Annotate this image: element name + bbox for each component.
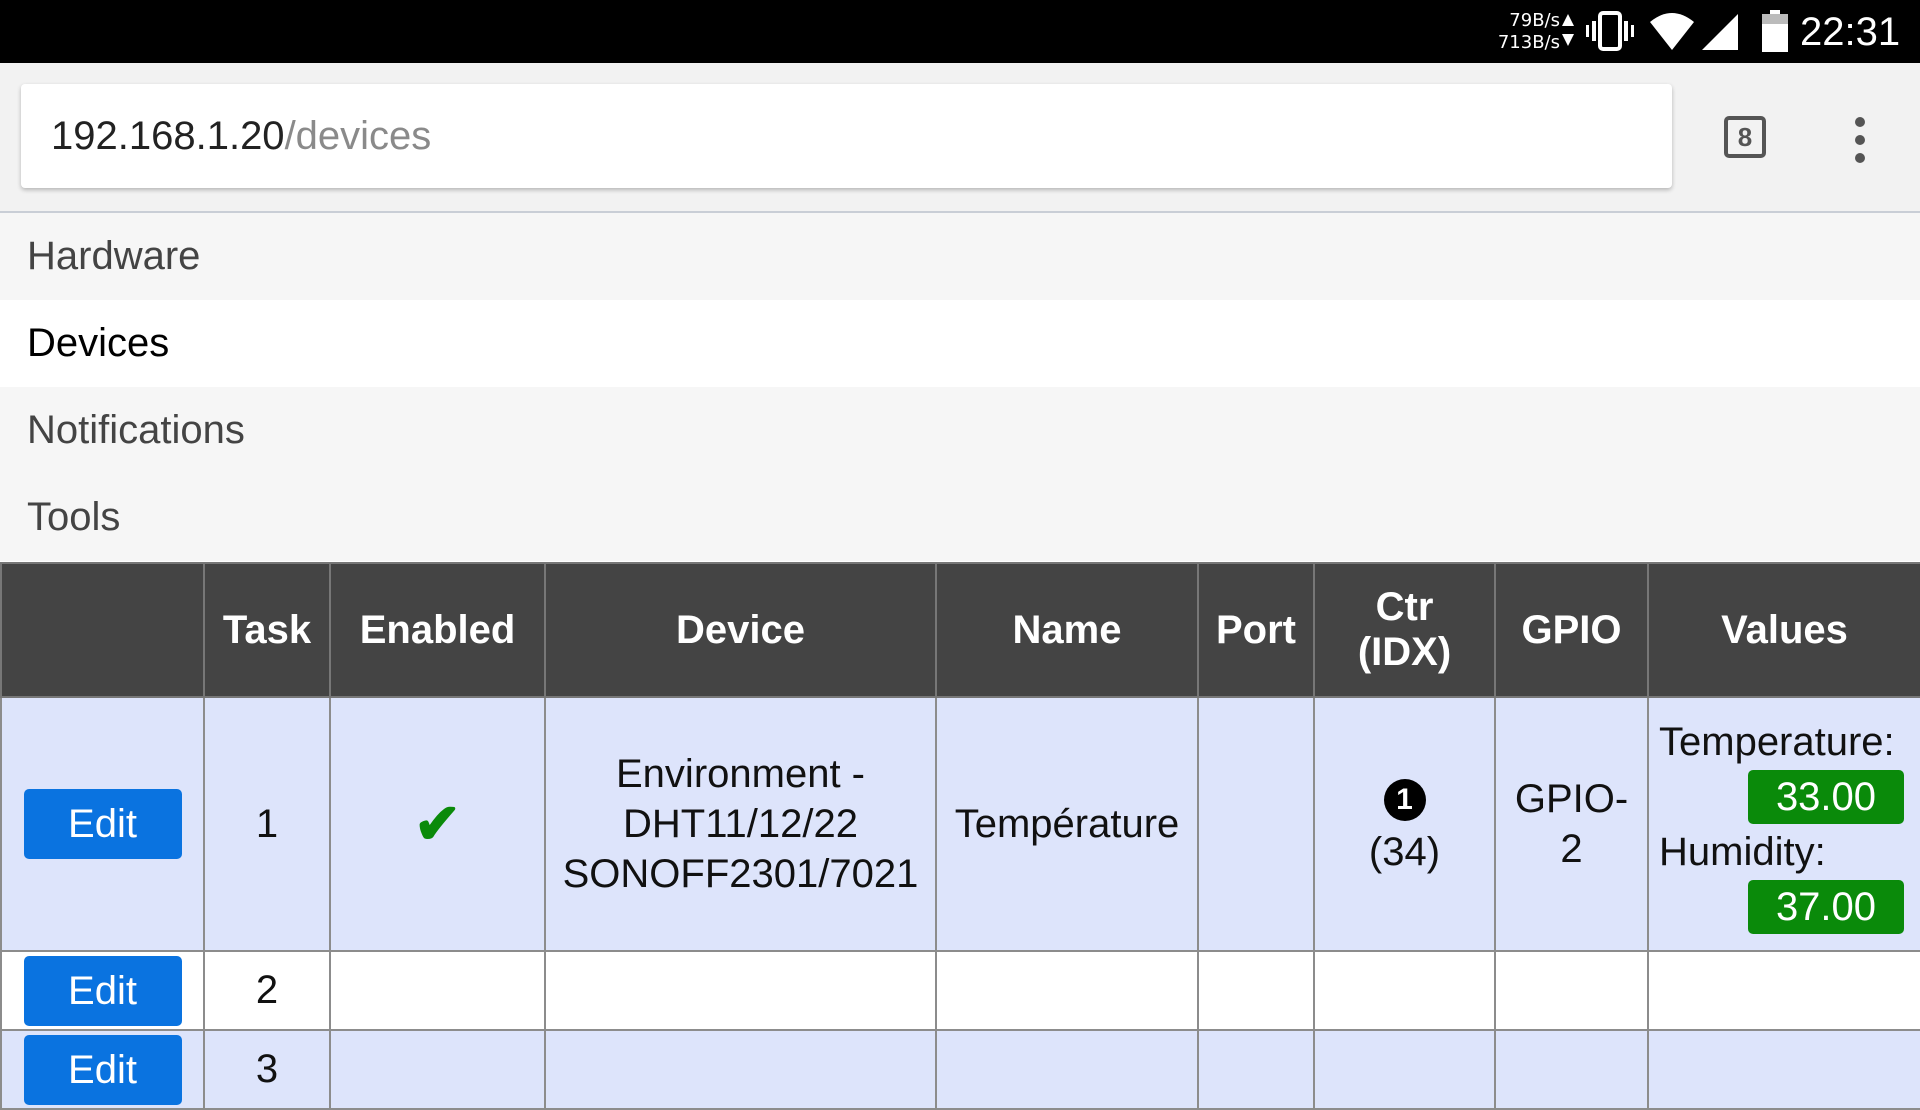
ctr-number-icon: 1: [1383, 779, 1426, 821]
main-menu: Hardware Devices Notifications Tools: [0, 213, 1920, 561]
table-header-row: Task Enabled Device Name Port Ctr (IDX) G…: [0, 562, 1920, 698]
battery-icon: [1762, 10, 1788, 52]
address-bar[interactable]: 192.168.1.20/devices: [21, 84, 1672, 188]
menu-item-tools[interactable]: Tools: [0, 474, 1920, 561]
edit-cell: Edit: [0, 950, 205, 1031]
overflow-menu-icon[interactable]: [1852, 115, 1868, 165]
enabled-cell: ✔: [329, 696, 546, 952]
header-port: Port: [1197, 562, 1315, 698]
edit-cell: Edit: [0, 696, 205, 952]
edit-button[interactable]: Edit: [23, 789, 182, 859]
device-line: SONOFF2301/7021: [562, 852, 919, 896]
header-enabled: Enabled: [329, 562, 546, 698]
header-ctr-line2: (IDX): [1357, 630, 1452, 674]
value-label-temperature: Temperature:: [1659, 720, 1895, 764]
menu-item-notifications[interactable]: Notifications: [0, 387, 1920, 474]
port-cell: [1197, 1029, 1315, 1110]
port-cell: [1197, 696, 1315, 952]
header-name: Name: [935, 562, 1199, 698]
header-actions: [0, 562, 205, 698]
device-cell: [544, 1029, 937, 1110]
task-cell: 2: [203, 950, 331, 1031]
url-text: 192.168.1.20/devices: [51, 84, 431, 188]
header-ctr-idx: Ctr (IDX): [1313, 562, 1496, 698]
data-arrows-icon: [1562, 14, 1574, 46]
check-icon: ✔: [414, 792, 461, 855]
task-cell: 3: [203, 1029, 331, 1110]
wifi-icon: [1650, 13, 1694, 50]
name-cell: [935, 950, 1199, 1031]
edit-button[interactable]: Edit: [23, 1034, 182, 1105]
browser-toolbar: 192.168.1.20/devices 8: [0, 63, 1920, 213]
url-path: /devices: [284, 114, 432, 158]
table-row: Edit 2: [0, 950, 1920, 1031]
header-ctr-line1: Ctr: [1375, 585, 1434, 629]
tab-switcher-button[interactable]: 8: [1724, 116, 1766, 158]
devices-table: Task Enabled Device Name Port Ctr (IDX) G…: [0, 562, 1920, 1110]
port-cell: [1197, 950, 1315, 1031]
device-line: Environment -: [616, 752, 865, 796]
values-cell: [1647, 950, 1920, 1031]
name-cell: [935, 1029, 1199, 1110]
header-gpio: GPIO: [1494, 562, 1649, 698]
header-task: Task: [203, 562, 331, 698]
gpio-cell: GPIO- 2: [1494, 696, 1649, 952]
ctr-idx-cell: [1313, 1029, 1496, 1110]
edit-button[interactable]: Edit: [23, 955, 182, 1026]
net-up-speed: 79B/s: [1509, 10, 1560, 31]
table-row: Edit 3: [0, 1029, 1920, 1110]
menu-item-devices[interactable]: Devices: [0, 300, 1920, 387]
device-line: DHT11/12/22: [623, 802, 858, 846]
value-badge-humidity: 37.00: [1748, 880, 1904, 934]
ctr-idx-cell: [1313, 950, 1496, 1031]
net-down-speed: 713B/s: [1497, 32, 1560, 53]
gpio-line: 2: [1560, 827, 1583, 871]
name-cell: Température: [935, 696, 1199, 952]
clock: 22:31: [1800, 10, 1901, 54]
network-speed: 79B/s 713B/s: [1494, 10, 1560, 54]
status-bar: 79B/s 713B/s 22:31: [0, 0, 1920, 63]
value-badge-temperature: 33.00: [1748, 770, 1904, 824]
header-values: Values: [1647, 562, 1920, 698]
values-cell: Temperature: 33.00 Humidity: 37.00: [1647, 696, 1920, 952]
values-cell: [1647, 1029, 1920, 1110]
value-label-humidity: Humidity:: [1659, 830, 1826, 874]
enabled-cell: [329, 1029, 546, 1110]
device-cell: [544, 950, 937, 1031]
table-row: Edit 1 ✔ Environment - DHT11/12/22 SONOF…: [0, 696, 1920, 952]
enabled-cell: [329, 950, 546, 1031]
header-device: Device: [544, 562, 937, 698]
gpio-line: GPIO-: [1514, 777, 1629, 821]
edit-cell: Edit: [0, 1029, 205, 1110]
idx-value: (34): [1368, 830, 1441, 874]
task-cell: 1: [203, 696, 331, 952]
url-host: 192.168.1.20: [51, 114, 285, 158]
vibrate-icon: [1586, 11, 1634, 51]
gpio-cell: [1494, 1029, 1649, 1110]
ctr-idx-cell: 1 (34): [1313, 696, 1496, 952]
signal-icon: [1702, 14, 1738, 50]
menu-item-hardware[interactable]: Hardware: [0, 213, 1920, 300]
device-cell: Environment - DHT11/12/22 SONOFF2301/702…: [544, 696, 937, 952]
gpio-cell: [1494, 950, 1649, 1031]
